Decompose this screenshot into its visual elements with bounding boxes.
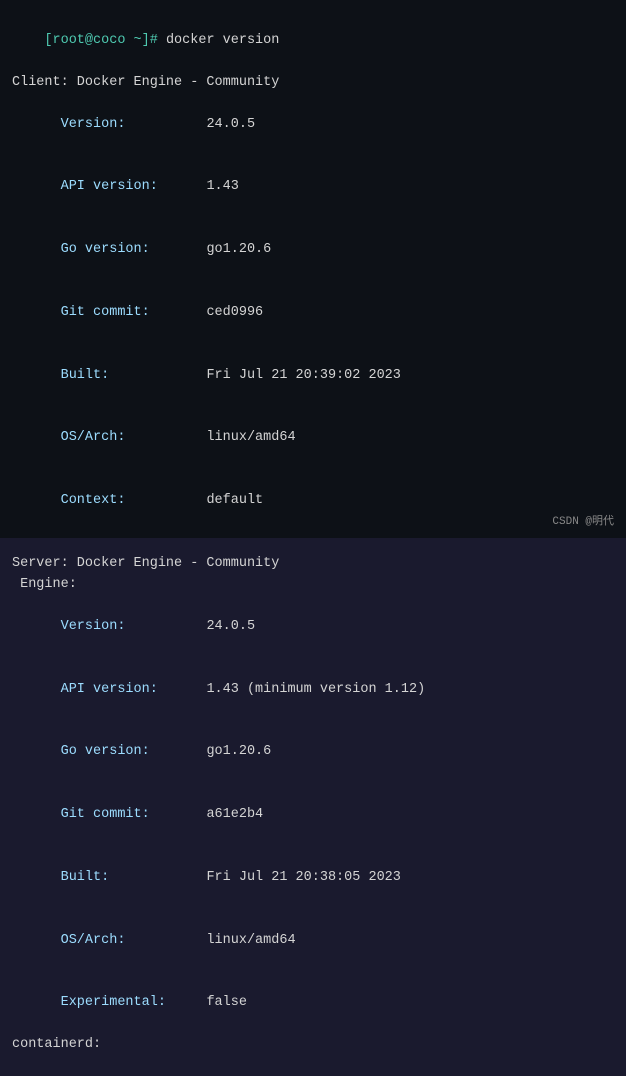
client-version-label: Version:	[44, 117, 206, 132]
watermark: CSDN @明代	[552, 512, 614, 528]
engine-api: API version: 1.43 (minimum version 1.12)	[12, 659, 614, 722]
command-line: [root@coco ~]# docker version	[12, 10, 614, 73]
engine-experimental-value: false	[206, 995, 247, 1010]
server-header: Server: Docker Engine - Community	[12, 554, 614, 575]
client-context: Context: default	[12, 470, 614, 533]
client-os: OS/Arch: linux/amd64	[12, 408, 614, 471]
terminal-window: [root@coco ~]# docker version Client: Do…	[0, 0, 626, 538]
engine-api-label: API version:	[44, 682, 206, 697]
client-version: Version: 24.0.5	[12, 94, 614, 157]
client-header: Client: Docker Engine - Community	[12, 73, 614, 94]
containerd-header: containerd:	[12, 1035, 614, 1056]
engine-header: Engine:	[12, 575, 614, 596]
engine-experimental: Experimental: false	[12, 972, 614, 1035]
engine-version: Version: 24.0.5	[12, 596, 614, 659]
client-go-value: go1.20.6	[206, 242, 271, 257]
blank-line-1	[12, 533, 614, 554]
client-context-label: Context:	[44, 493, 206, 508]
engine-os-value: linux/amd64	[206, 933, 295, 948]
engine-version-label: Version:	[44, 619, 206, 634]
client-go: Go version: go1.20.6	[12, 219, 614, 282]
client-version-value: 24.0.5	[206, 117, 255, 132]
engine-os: OS/Arch: linux/amd64	[12, 910, 614, 973]
engine-built-value: Fri Jul 21 20:38:05 2023	[206, 870, 400, 885]
command: docker version	[166, 33, 279, 48]
client-git-label: Git commit:	[44, 305, 206, 320]
engine-api-value: 1.43 (minimum version 1.12)	[206, 682, 425, 697]
client-api-value: 1.43	[206, 179, 238, 194]
client-api-label: API version:	[44, 179, 206, 194]
engine-built-label: Built:	[44, 870, 206, 885]
engine-version-value: 24.0.5	[206, 619, 255, 634]
client-api: API version: 1.43	[12, 156, 614, 219]
client-os-label: OS/Arch:	[44, 430, 206, 445]
prompt: [root@coco ~]#	[44, 33, 166, 48]
client-os-value: linux/amd64	[206, 430, 295, 445]
engine-go: Go version: go1.20.6	[12, 721, 614, 784]
client-go-label: Go version:	[44, 242, 206, 257]
client-git-value: ced0996	[206, 305, 263, 320]
engine-git-value: a61e2b4	[206, 807, 263, 822]
containerd-version: Version: 1.6.22	[12, 1056, 614, 1076]
client-git: Git commit: ced0996	[12, 282, 614, 345]
engine-git-label: Git commit:	[44, 807, 206, 822]
client-context-value: default	[206, 493, 263, 508]
engine-experimental-label: Experimental:	[44, 995, 206, 1010]
engine-go-label: Go version:	[44, 744, 206, 759]
engine-git: Git commit: a61e2b4	[12, 784, 614, 847]
client-built: Built: Fri Jul 21 20:39:02 2023	[12, 345, 614, 408]
client-built-value: Fri Jul 21 20:39:02 2023	[206, 368, 400, 383]
engine-built: Built: Fri Jul 21 20:38:05 2023	[12, 847, 614, 910]
client-built-label: Built:	[44, 368, 206, 383]
engine-go-value: go1.20.6	[206, 744, 271, 759]
engine-os-label: OS/Arch:	[44, 933, 206, 948]
